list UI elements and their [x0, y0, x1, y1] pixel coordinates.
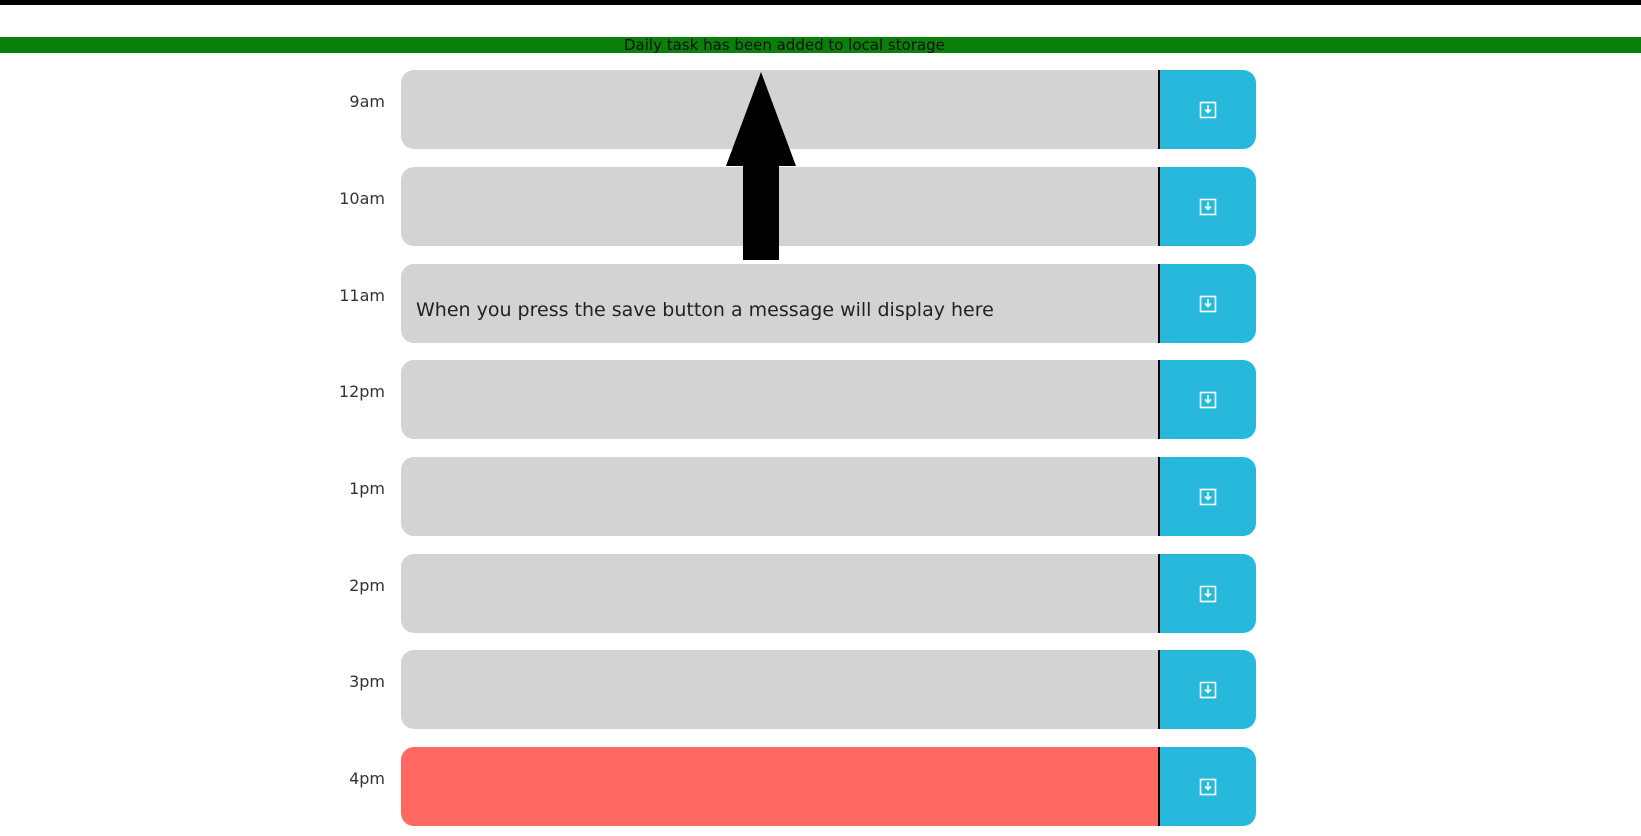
time-block: 2pm	[0, 554, 1641, 633]
save-icon	[1199, 101, 1217, 118]
save-icon	[1199, 488, 1217, 505]
top-border	[0, 0, 1641, 5]
task-input[interactable]	[401, 554, 1160, 633]
time-block: 12pm	[0, 360, 1641, 439]
hour-label: 4pm	[349, 769, 385, 788]
time-block: 11am When you press the save button a me…	[0, 264, 1641, 343]
hour-label: 12pm	[338, 382, 385, 401]
save-icon	[1199, 681, 1217, 698]
save-button[interactable]	[1160, 457, 1256, 536]
time-block: 3pm	[0, 650, 1641, 729]
hour-label: 1pm	[349, 479, 385, 498]
save-button[interactable]	[1160, 747, 1256, 826]
save-button[interactable]	[1160, 70, 1256, 149]
save-icon	[1199, 198, 1217, 215]
task-input[interactable]	[401, 747, 1160, 826]
time-block: 9am	[0, 70, 1641, 149]
save-icon	[1199, 391, 1217, 408]
task-input[interactable]	[401, 457, 1160, 536]
hour-label: 3pm	[349, 672, 385, 691]
up-arrow-icon	[726, 72, 796, 260]
save-icon	[1199, 295, 1217, 312]
time-block: 4pm	[0, 747, 1641, 826]
save-icon	[1199, 778, 1217, 795]
hour-label: 11am	[339, 286, 385, 305]
time-block: 10am	[0, 167, 1641, 246]
time-block: 1pm	[0, 457, 1641, 536]
save-notice-message: Daily task has been added to local stora…	[624, 36, 945, 54]
hour-label: 10am	[339, 189, 385, 208]
save-button[interactable]	[1160, 167, 1256, 246]
task-input[interactable]: When you press the save button a message…	[401, 264, 1160, 343]
hour-label: 2pm	[349, 576, 385, 595]
save-button[interactable]	[1160, 650, 1256, 729]
task-input[interactable]	[401, 360, 1160, 439]
save-icon	[1199, 585, 1217, 602]
save-button[interactable]	[1160, 264, 1256, 343]
task-input[interactable]	[401, 650, 1160, 729]
save-button[interactable]	[1160, 360, 1256, 439]
hour-label: 9am	[349, 92, 385, 111]
save-button[interactable]	[1160, 554, 1256, 633]
